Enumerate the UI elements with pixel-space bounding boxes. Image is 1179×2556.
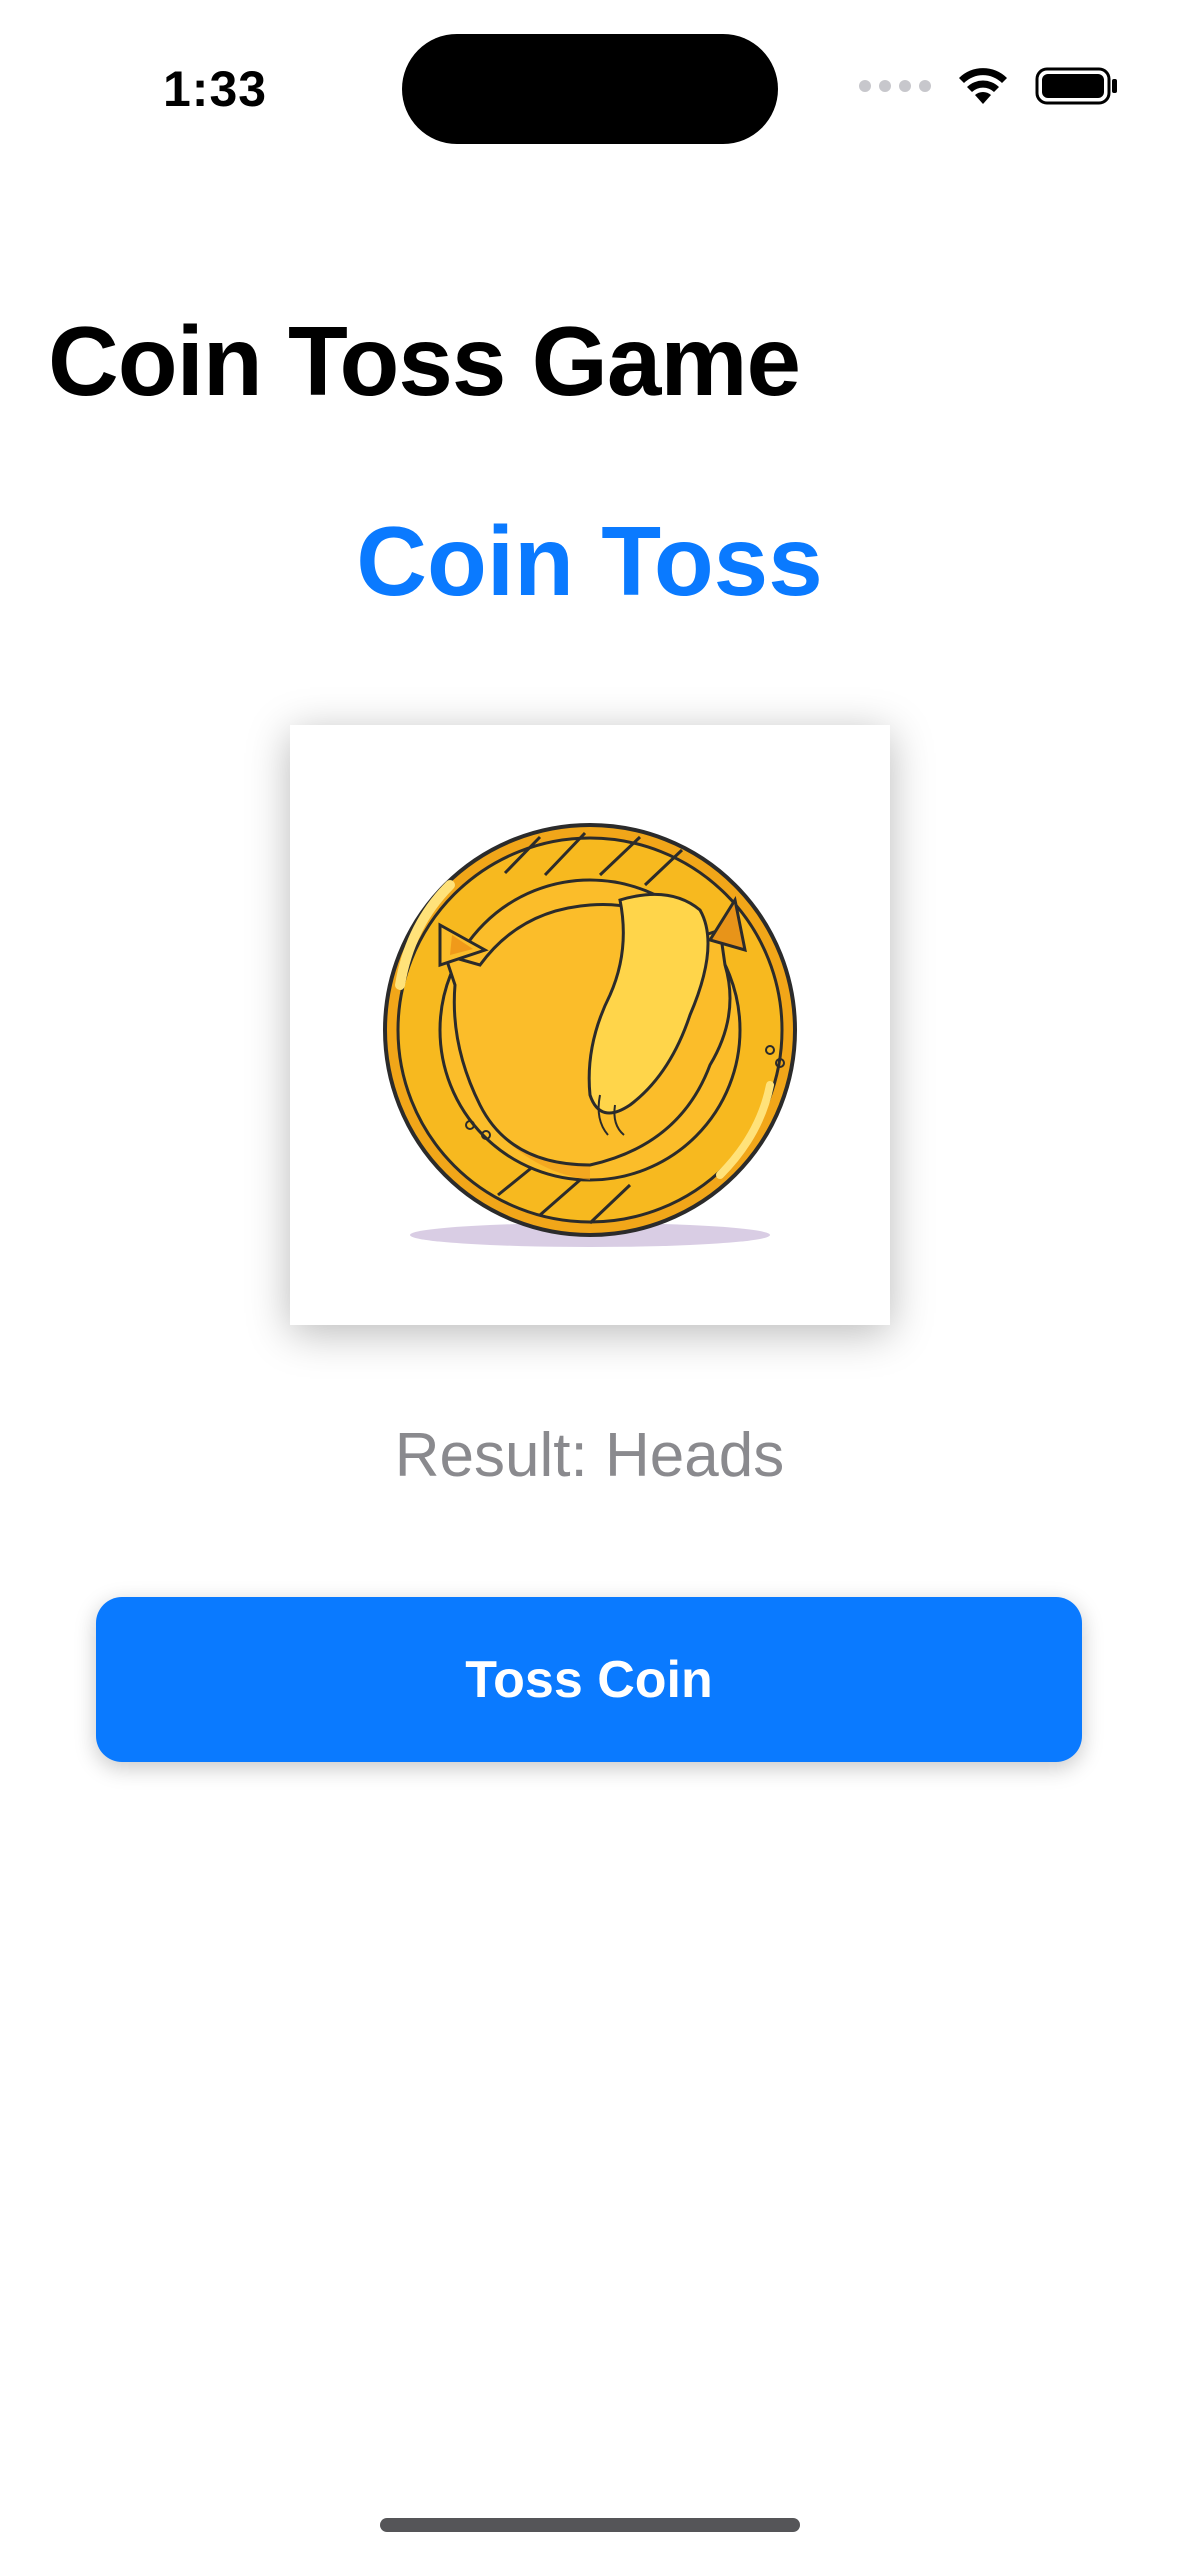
toss-coin-button[interactable]: Toss Coin bbox=[96, 1597, 1082, 1762]
wifi-icon bbox=[959, 68, 1007, 104]
status-time: 1:33 bbox=[163, 61, 268, 117]
cellular-signal-icon bbox=[859, 80, 931, 92]
battery-icon bbox=[1035, 67, 1117, 105]
status-icons bbox=[859, 66, 1119, 106]
nav-title: Coin Toss Game bbox=[48, 306, 801, 416]
screen-title: Coin Toss bbox=[356, 506, 823, 616]
home-indicator[interactable] bbox=[380, 2518, 800, 2532]
toss-coin-button-label: Toss Coin bbox=[465, 1650, 713, 1709]
coin-heads-cat-icon bbox=[383, 823, 797, 1247]
result-label: Result: Heads bbox=[394, 1421, 785, 1490]
coin-image-card bbox=[290, 725, 890, 1325]
dynamic-island bbox=[402, 34, 778, 144]
